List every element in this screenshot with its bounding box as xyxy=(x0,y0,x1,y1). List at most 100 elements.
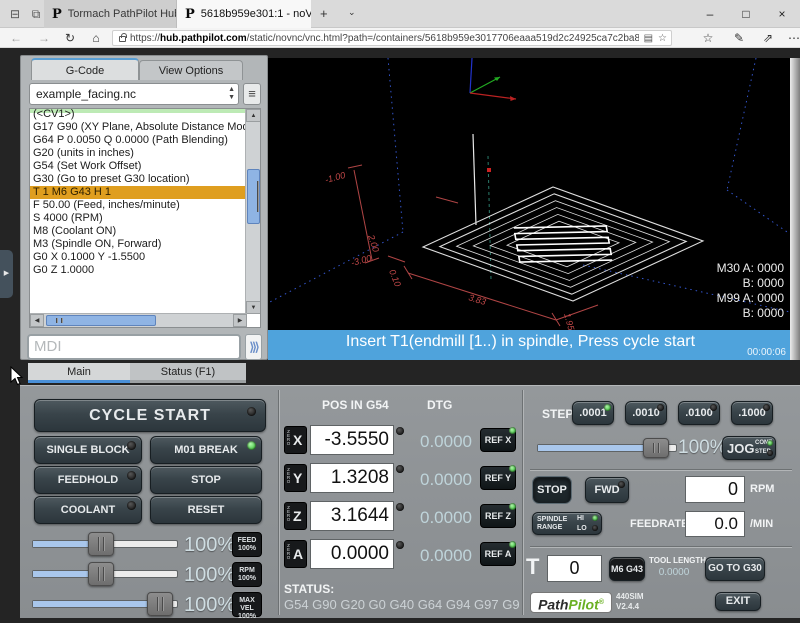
tab-main[interactable]: Main xyxy=(28,363,130,383)
ref-x-led xyxy=(509,427,516,434)
dro-a-value[interactable]: 0.0000 xyxy=(310,539,394,569)
gcode-line: M3 (Spindle ON, Forward) xyxy=(30,238,247,251)
step-0100-button[interactable]: .0100 xyxy=(678,401,720,425)
combo-spinner-icon[interactable]: ▲▼ xyxy=(228,86,235,102)
tab-status-f1[interactable]: Status (F1) xyxy=(130,363,246,383)
jog-step-led xyxy=(767,450,773,456)
m01-break-button[interactable]: M01 BREAK xyxy=(150,436,262,464)
tool-length-label: TOOL LENGTH xyxy=(649,556,706,565)
novnc-control-bar-handle[interactable]: ▶ xyxy=(0,250,13,298)
step-0001-button[interactable]: .0001 xyxy=(572,401,614,425)
spindle-rpm-field[interactable]: 0 xyxy=(685,476,745,503)
mdi-input[interactable]: MDI xyxy=(27,334,241,360)
spindle-range-button[interactable]: SPINDLERANGE HI LO xyxy=(532,512,602,535)
m99-a-count: M99 A: 0000 xyxy=(717,291,784,306)
vertical-scrollbar[interactable]: ▲ ▼ xyxy=(245,109,260,314)
more-options-icon[interactable]: ⋯ xyxy=(786,31,800,45)
zero-z-button[interactable]: ZEROZ xyxy=(284,502,307,530)
ref-a-led xyxy=(509,541,516,548)
favorites-hub-icon[interactable]: ☆ xyxy=(700,31,716,45)
gcode-panel: G-Code View Options example_facing.nc ▲▼… xyxy=(20,55,268,360)
jog-slider-thumb[interactable] xyxy=(643,438,669,458)
tab-label: Tormach PathPilot Hub xyxy=(68,8,177,20)
toolpath-3d-view[interactable]: -1.00 2.00 -3.00 0.10 3.83 1.95 M30 A: 0… xyxy=(268,58,790,330)
share-icon[interactable]: ⇗ xyxy=(760,31,776,45)
ref-a-button[interactable]: REF A xyxy=(480,542,516,566)
exit-button[interactable]: EXIT xyxy=(715,592,761,611)
coolant-button[interactable]: COOLANT xyxy=(34,496,142,524)
scroll-right-icon[interactable]: ▶ xyxy=(233,314,247,327)
scrollbar-thumb[interactable] xyxy=(247,169,260,224)
tool-number-field[interactable]: 0 xyxy=(547,555,602,582)
gcode-line: S 4000 (RPM) xyxy=(30,212,247,225)
maximize-button[interactable]: □ xyxy=(728,0,764,28)
horizontal-scrollbar[interactable]: ◀ ▶ xyxy=(30,313,247,327)
zero-x-button[interactable]: ZEROX xyxy=(284,426,307,454)
new-tab-button[interactable]: + xyxy=(320,6,328,21)
feedhold-button[interactable]: FEEDHOLD xyxy=(34,466,142,494)
reading-view-icon[interactable]: ▤ xyxy=(644,33,653,44)
zero-y-button[interactable]: ZEROY xyxy=(284,464,307,492)
coolant-label: COOLANT xyxy=(61,504,115,516)
dtg-header: DTG xyxy=(427,398,452,412)
maxvel-100-button[interactable]: MAX VEL 100% xyxy=(232,592,262,617)
stop-label: STOP xyxy=(191,474,221,486)
scrollbar-thumb[interactable] xyxy=(46,315,156,326)
m01-break-led xyxy=(247,441,256,450)
tab-view-options[interactable]: View Options xyxy=(139,60,243,80)
tab-preview-icon[interactable]: ⊟ xyxy=(6,7,24,23)
single-block-led xyxy=(127,441,136,450)
browser-tab-pathpilot-hub[interactable]: P Tormach PathPilot Hub xyxy=(44,0,177,28)
rpm-100-button[interactable]: RPM 100% xyxy=(232,562,262,587)
feedrate-field[interactable]: 0.0 xyxy=(685,511,745,537)
favorite-star-icon[interactable]: ☆ xyxy=(658,33,667,44)
gcode-menu-button[interactable]: ≡ xyxy=(243,83,261,105)
tab-label: 5618b959e301:1 - noVN xyxy=(201,8,311,20)
spindle-fwd-button[interactable]: FWD xyxy=(585,477,629,503)
close-button[interactable]: × xyxy=(764,0,800,28)
toolpath-graphic: -1.00 2.00 -3.00 0.10 3.83 1.95 xyxy=(268,58,790,330)
zero-a-button[interactable]: ZEROA xyxy=(284,540,307,568)
gcode-file-select[interactable]: example_facing.nc ▲▼ xyxy=(29,83,239,105)
go-to-g30-button[interactable]: GO TO G30 xyxy=(705,557,765,581)
gcode-line-current: T 1 M6 G43 H 1 xyxy=(30,186,247,199)
scroll-left-icon[interactable]: ◀ xyxy=(30,314,44,327)
dro-x-value[interactable]: -3.5550 xyxy=(310,425,394,455)
scroll-down-icon[interactable]: ▼ xyxy=(246,301,261,314)
dro-y-value[interactable]: 1.3208 xyxy=(310,463,394,493)
tab-list-icon[interactable]: ⌄ xyxy=(348,7,356,18)
maxvel-slider-thumb[interactable] xyxy=(147,592,173,616)
feed-100-button[interactable]: FEED 100% xyxy=(232,532,262,557)
step-0010-button[interactable]: .0010 xyxy=(625,401,667,425)
spindle-stop-button[interactable]: STOP xyxy=(533,477,571,503)
home-icon[interactable]: ⌂ xyxy=(88,31,104,45)
address-bar[interactable]: https://hub.pathpilot.com/static/novnc/v… xyxy=(112,30,672,46)
gcode-listing[interactable]: (<CV1>) G17 G90 (XY Plane, Absolute Dist… xyxy=(29,108,261,328)
forward-icon[interactable]: → xyxy=(36,31,52,45)
coolant-led xyxy=(127,501,136,510)
refresh-icon[interactable]: ↻ xyxy=(62,31,78,45)
reset-button[interactable]: RESET xyxy=(150,496,262,524)
panel-divider xyxy=(278,390,280,615)
feed-slider-thumb[interactable] xyxy=(88,532,114,556)
browser-tab-novnc[interactable]: P 5618b959e301:1 - noVN × xyxy=(177,0,311,28)
back-icon[interactable]: ← xyxy=(8,31,24,45)
mdi-submit-button[interactable]: ⟩⟩⟩ xyxy=(245,334,262,360)
rpm-slider-thumb[interactable] xyxy=(88,562,114,586)
tab-gcode[interactable]: G-Code xyxy=(31,58,139,80)
slider-fill xyxy=(33,601,151,607)
ref-x-button[interactable]: REF X xyxy=(480,428,516,452)
single-block-button[interactable]: SINGLE BLOCK xyxy=(34,436,142,464)
ref-y-button[interactable]: REF Y xyxy=(480,466,516,490)
web-notes-icon[interactable]: ✎ xyxy=(731,31,747,45)
stop-button[interactable]: STOP xyxy=(150,466,262,494)
ref-z-button[interactable]: REF Z xyxy=(480,504,516,528)
step-1000-button[interactable]: .1000 xyxy=(731,401,773,425)
m6-g43-button[interactable]: M6 G43 xyxy=(609,557,645,581)
scroll-up-icon[interactable]: ▲ xyxy=(246,109,261,122)
jog-cont-step-button[interactable]: JOG CONT STEP xyxy=(722,436,776,460)
minimize-button[interactable]: – xyxy=(692,0,728,28)
dro-z-value[interactable]: 3.1644 xyxy=(310,501,394,531)
cycle-start-button[interactable]: CYCLE START xyxy=(34,399,266,432)
tabs-aside-icon[interactable]: ⧉ xyxy=(27,7,45,23)
